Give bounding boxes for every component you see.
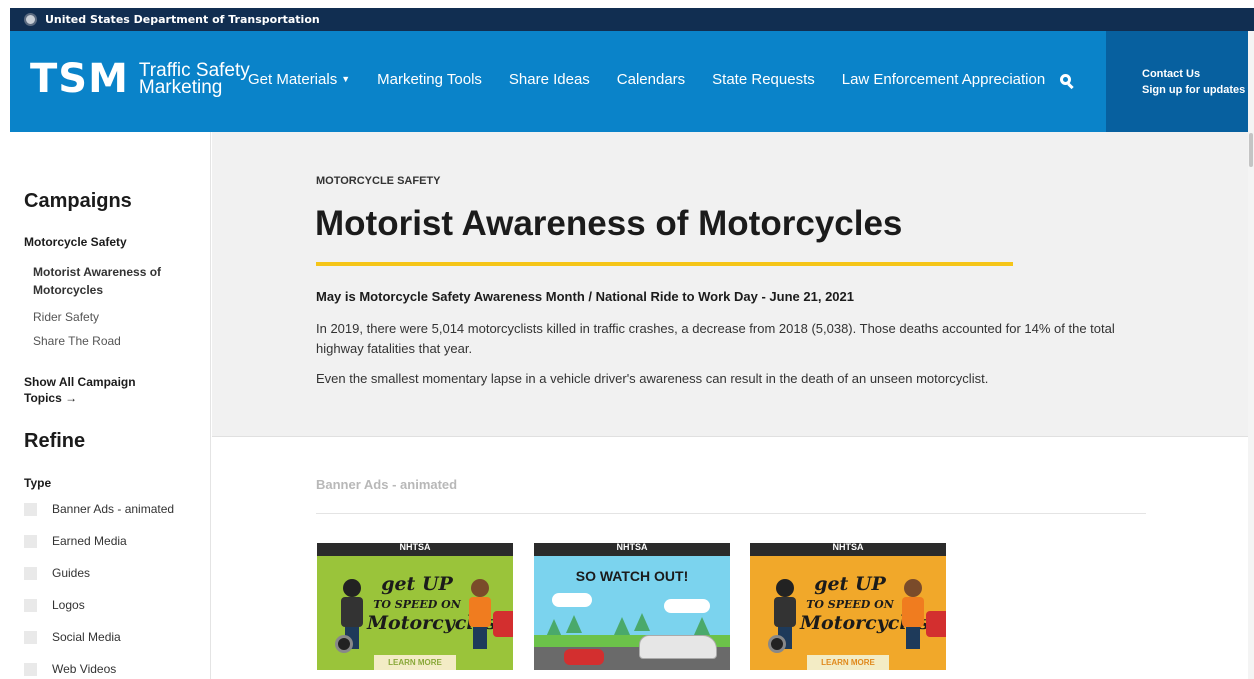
banner-ad-thumbnail[interactable]: NHTSA SO WATCH OUT!	[534, 543, 730, 670]
nav-marketing-tools[interactable]: Marketing Tools	[377, 71, 482, 88]
campaigns-heading: Campaigns	[24, 190, 132, 212]
caret-down-icon: ▼	[341, 74, 351, 84]
filter-banner-ads-animated[interactable]: Banner Ads - animated	[24, 502, 174, 516]
ad-line2: TO SPEED ON	[373, 598, 461, 611]
ad-line2: TO SPEED ON	[806, 598, 894, 611]
search-icon[interactable]	[1060, 74, 1074, 90]
filter-label: Web Videos	[52, 662, 117, 676]
nhtsa-logo: NHTSA	[317, 543, 513, 556]
site-header: TSM Traffic Safety Marketing Get Materia…	[10, 31, 1254, 132]
sidebar-link-rider-safety[interactable]: Rider Safety	[33, 308, 99, 326]
filter-guides[interactable]: Guides	[24, 566, 90, 580]
contact-us-link[interactable]: Contact Us	[1142, 66, 1254, 82]
filter-logos[interactable]: Logos	[24, 598, 85, 612]
intro-paragraph-2: Even the smallest momentary lapse in a v…	[316, 371, 989, 386]
dot-banner-text: United States Department of Transportati…	[45, 13, 320, 26]
nav-calendars[interactable]: Calendars	[617, 71, 685, 88]
car-illustration	[926, 611, 946, 637]
sidebar-link-share-the-road[interactable]: Share The Road	[33, 332, 121, 350]
campaign-eyebrow: MOTORCYCLE SAFETY	[316, 175, 441, 187]
checkbox[interactable]	[24, 566, 37, 580]
tree-illustration	[614, 617, 630, 635]
motorcycle-wheel	[768, 635, 786, 653]
section-divider	[316, 513, 1146, 514]
filter-label: Earned Media	[52, 534, 127, 548]
banner-ad-thumbnail[interactable]: NHTSA get UP TO SPEED ON Motorcycles LEA…	[750, 543, 946, 670]
page-title: Motorist Awareness of Motorcycles	[315, 204, 903, 243]
tree-illustration	[634, 613, 650, 631]
sidebar-link-motorist-awareness[interactable]: Motorist Awareness of Motorcycles	[33, 263, 193, 299]
nav-law-enforcement-appreciation[interactable]: Law Enforcement Appreciation	[842, 71, 1045, 88]
filter-label: Logos	[52, 598, 85, 612]
header-utility-links: Contact Us Sign up for updates	[1106, 31, 1254, 132]
site-logo[interactable]: TSM Traffic Safety Marketing	[30, 59, 250, 99]
logo-abbr: TSM	[30, 56, 129, 102]
cloud-illustration	[664, 599, 710, 613]
nav-get-materials-label: Get Materials	[248, 71, 338, 88]
filter-label: Banner Ads - animated	[52, 502, 175, 516]
materials-section-label: Banner Ads - animated	[316, 477, 458, 492]
checkbox[interactable]	[24, 534, 37, 548]
page-scrollbar[interactable]	[1248, 31, 1254, 679]
campaign-intro: MOTORCYCLE SAFETY Motorist Awareness of …	[212, 132, 1254, 437]
scrollbar-thumb[interactable]	[1249, 133, 1253, 167]
person-figure	[467, 579, 493, 649]
nav-get-materials[interactable]: Get Materials ▼	[248, 71, 350, 88]
title-underline	[316, 262, 1013, 266]
cloud-illustration	[552, 593, 592, 607]
car-illustration	[639, 635, 717, 659]
motorcycle-illustration	[564, 649, 604, 665]
checkbox[interactable]	[24, 598, 37, 612]
banner-ad-thumbnail[interactable]: NHTSA get UP TO SPEED ON Motorcycles LEA…	[317, 543, 513, 670]
tree-illustration	[566, 615, 582, 633]
filter-label: Guides	[52, 566, 91, 580]
nhtsa-logo: NHTSA	[534, 543, 730, 556]
show-all-campaign-topics-link[interactable]: Show All Campaign Topics →	[24, 374, 164, 406]
nhtsa-logo: NHTSA	[750, 543, 946, 556]
dot-seal-icon	[24, 13, 37, 26]
logo-wordmark: Traffic Safety Marketing	[138, 61, 250, 98]
nav-share-ideas[interactable]: Share Ideas	[509, 71, 590, 88]
signup-link[interactable]: Sign up for updates	[1142, 82, 1254, 98]
ad-headline: SO WATCH OUT!	[575, 568, 689, 584]
ad-line1: get UP	[814, 573, 886, 595]
intro-headline: May is Motorcycle Safety Awareness Month…	[316, 289, 854, 304]
ad-headline: get UP TO SPEED ON Motorcycles	[800, 573, 929, 633]
filter-web-videos[interactable]: Web Videos	[24, 662, 116, 676]
refine-heading: Refine	[24, 430, 86, 452]
ad-headline: get UP TO SPEED ON Motorcycles	[367, 573, 496, 633]
person-figure	[900, 579, 926, 649]
sidebar-category-motorcycle-safety[interactable]: Motorcycle Safety	[24, 235, 127, 249]
motorcycle-wheel	[335, 635, 353, 653]
checkbox[interactable]	[24, 662, 37, 676]
logo-line2: Marketing	[138, 77, 223, 98]
nav-state-requests[interactable]: State Requests	[712, 71, 815, 88]
checkbox[interactable]	[24, 502, 37, 516]
dot-banner: United States Department of Transportati…	[10, 8, 1254, 31]
intro-paragraph-1: In 2019, there were 5,014 motorcyclists …	[316, 321, 1115, 356]
filter-earned-media[interactable]: Earned Media	[24, 534, 127, 548]
type-filter-label: Type	[24, 476, 52, 490]
ad-line1: get UP	[381, 573, 453, 595]
filter-label: Social Media	[52, 630, 121, 644]
checkbox[interactable]	[24, 630, 37, 644]
main-nav: Get Materials ▼ Marketing Tools Share Ide…	[248, 71, 1072, 88]
filter-social-media[interactable]: Social Media	[24, 630, 121, 644]
learn-more-button[interactable]: LEARN MORE	[807, 655, 889, 670]
sidebar: Campaigns Motorcycle Safety Motorist Awa…	[10, 132, 211, 679]
tree-illustration	[694, 617, 710, 635]
car-illustration	[493, 611, 513, 637]
search-icon-handle	[1067, 82, 1074, 90]
learn-more-button[interactable]: LEARN MORE	[374, 655, 456, 670]
